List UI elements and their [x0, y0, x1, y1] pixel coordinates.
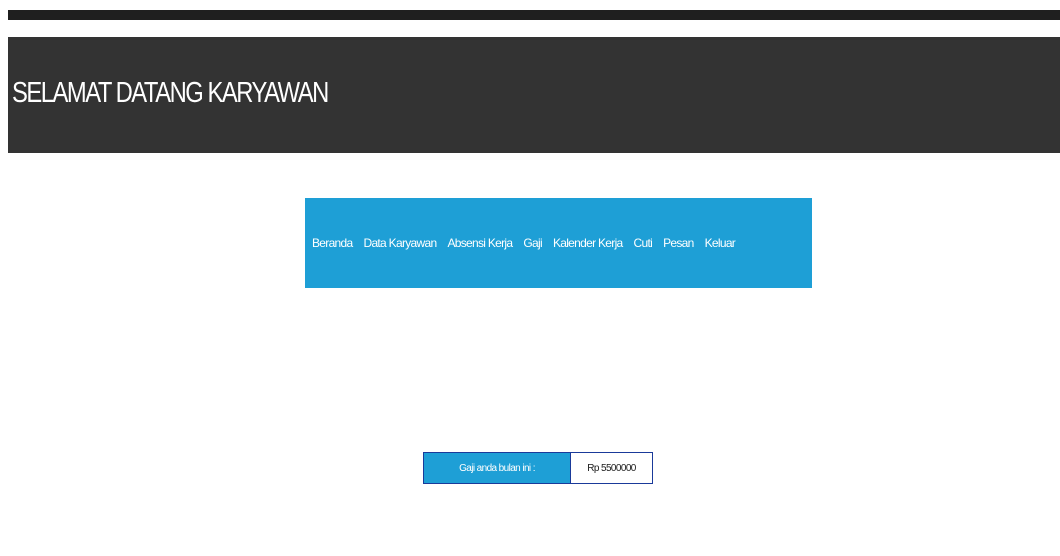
salary-label: Gaji anda bulan ini : — [424, 453, 571, 483]
page-header: SELAMAT DATANG KARYAWAN — [8, 37, 1060, 153]
nav-item-pesan[interactable]: Pesan — [663, 236, 694, 250]
nav-item-absensi-kerja[interactable]: Absensi Kerja — [447, 236, 513, 250]
nav-menu: Beranda Data Karyawan Absensi Kerja Gaji… — [312, 236, 746, 250]
nav-item-gaji[interactable]: Gaji — [523, 236, 542, 250]
nav-item-cuti[interactable]: Cuti — [634, 236, 653, 250]
page-title: SELAMAT DATANG KARYAWAN — [12, 77, 329, 109]
top-divider — [8, 10, 1060, 20]
main-nav: Beranda Data Karyawan Absensi Kerja Gaji… — [305, 198, 812, 288]
salary-table: Gaji anda bulan ini : Rp 5500000 — [423, 452, 653, 484]
nav-item-data-karyawan[interactable]: Data Karyawan — [363, 236, 437, 250]
salary-value: Rp 5500000 — [587, 462, 636, 474]
nav-item-kalender-kerja[interactable]: Kalender Kerja — [553, 236, 623, 250]
nav-item-beranda[interactable]: Beranda — [312, 236, 353, 250]
nav-item-keluar[interactable]: Keluar — [705, 236, 736, 250]
